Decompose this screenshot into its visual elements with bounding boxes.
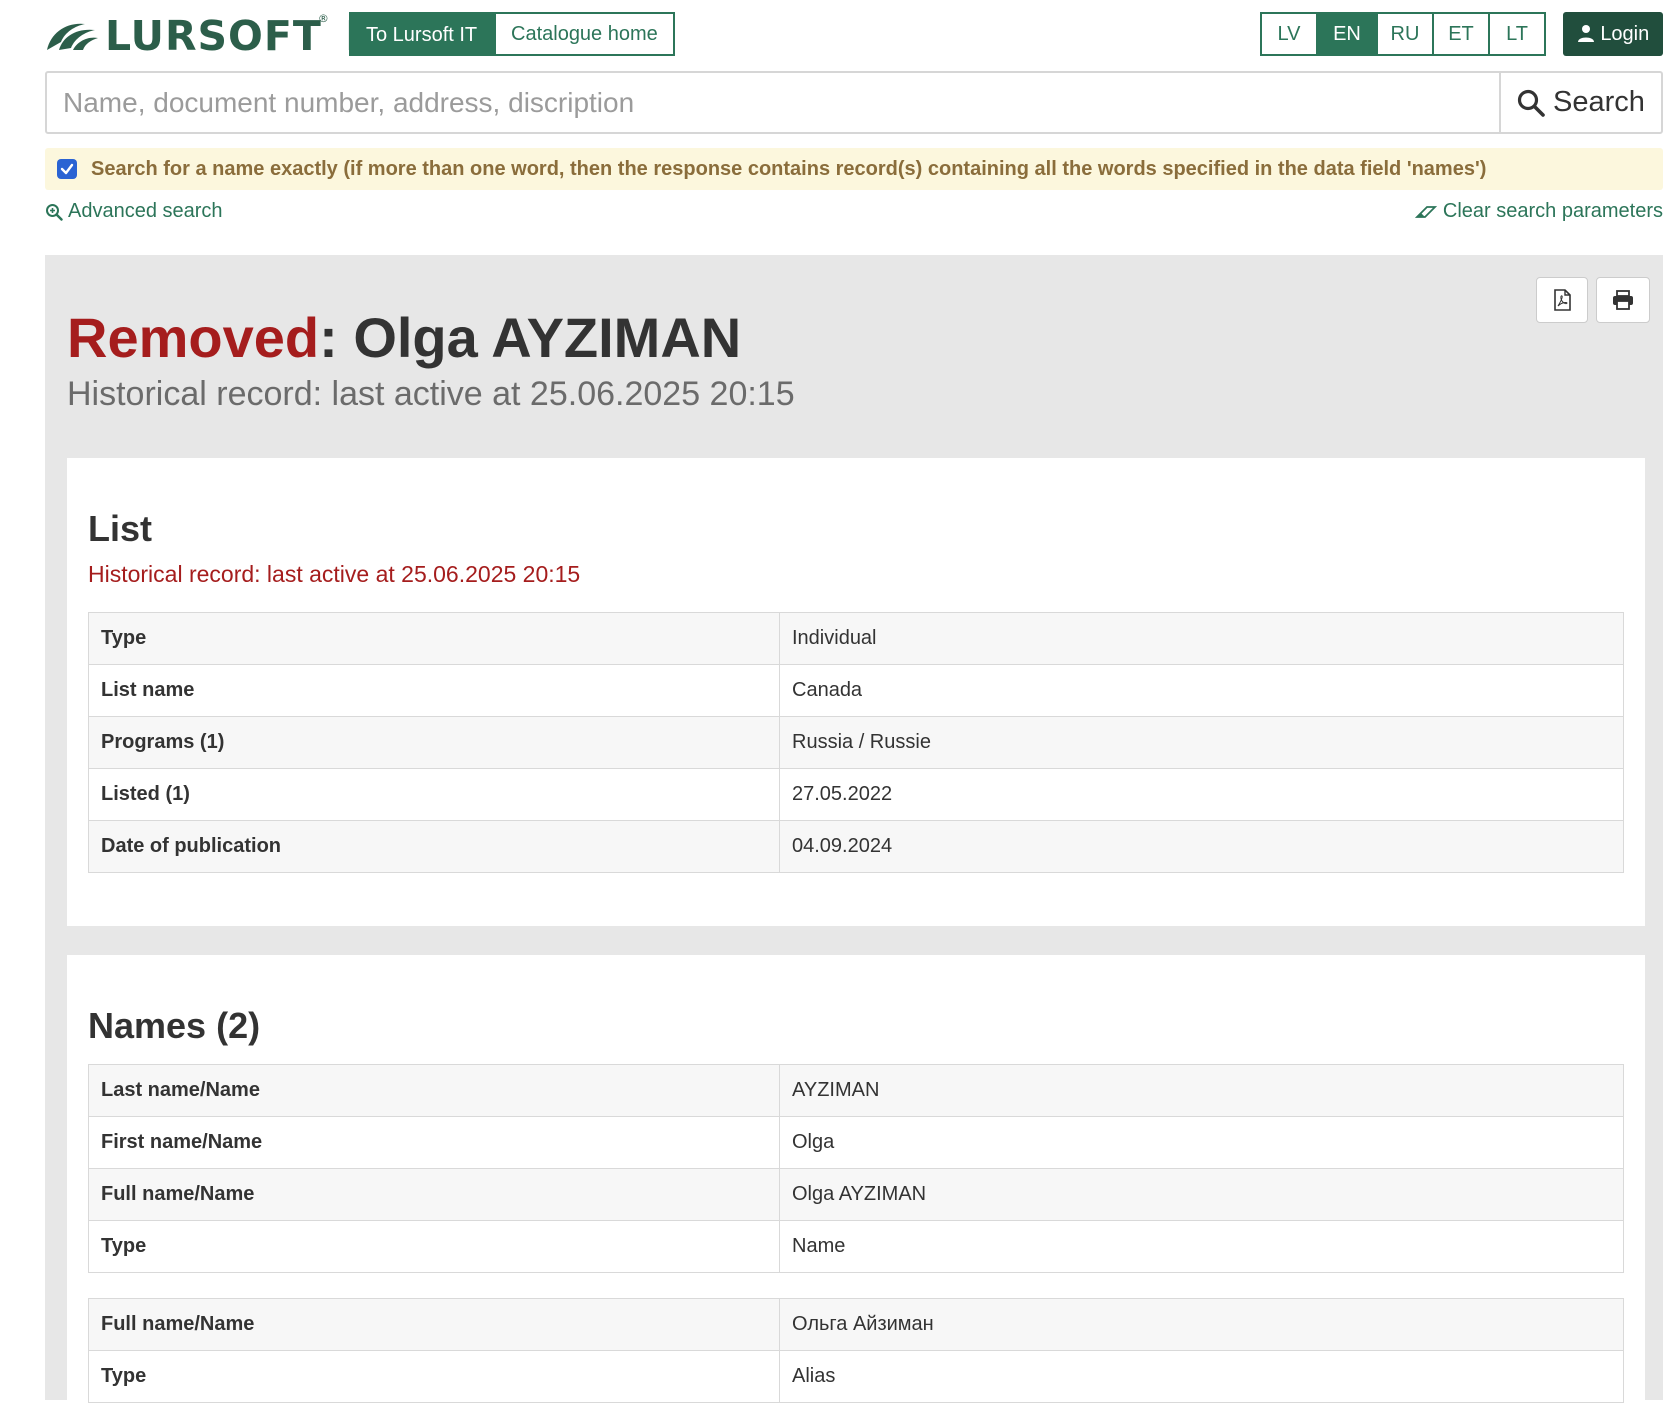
row-value: AYZIMAN <box>779 1064 1624 1117</box>
table-row: Type Name <box>88 1220 1624 1273</box>
table-row: Type Individual <box>88 612 1624 665</box>
lang-et[interactable]: ET <box>1434 14 1490 54</box>
names-title: Names (2) <box>88 1005 261 1046</box>
row-value: 27.05.2022 <box>779 768 1624 821</box>
names-table-1: Last name/Name AYZIMAN First name/Name O… <box>88 1064 1624 1273</box>
record-historical-note: Historical record: last active at 25.06.… <box>67 375 795 413</box>
login-label: Login <box>1600 23 1650 45</box>
catalogue-home-button[interactable]: Catalogue home <box>494 12 675 56</box>
row-key: Full name/Name <box>88 1298 780 1351</box>
user-icon <box>1577 25 1594 42</box>
row-key: First name/Name <box>88 1116 780 1169</box>
lang-lv[interactable]: LV <box>1262 14 1318 54</box>
exact-search-option: Search for a name exactly (if more than … <box>45 148 1663 190</box>
clear-search-label: Clear search parameters <box>1442 200 1663 222</box>
exact-search-label[interactable]: Search for a name exactly (if more than … <box>91 158 1486 181</box>
print-icon <box>1613 290 1633 310</box>
row-value: Olga AYZIMAN <box>779 1168 1624 1221</box>
row-key: Programs (1) <box>88 716 780 769</box>
list-table: Type Individual List name Canada Program… <box>88 612 1624 873</box>
exact-search-checkbox[interactable] <box>57 159 77 179</box>
table-row: Listed (1) 27.05.2022 <box>88 768 1624 821</box>
record-status: Removed <box>67 306 320 369</box>
row-value: Alias <box>779 1350 1624 1403</box>
to-lursoft-button[interactable]: To Lursoft IT <box>349 12 495 56</box>
row-value: Olga <box>779 1116 1624 1169</box>
record-title: Removed: Olga AYZIMAN <box>67 305 741 370</box>
advanced-search-link[interactable]: Advanced search <box>45 200 223 223</box>
print-button[interactable] <box>1596 277 1650 323</box>
names-table-2: Full name/Name Ольга Айзиман Type Alias <box>88 1298 1624 1403</box>
record-separator: : <box>319 306 338 369</box>
row-key: Listed (1) <box>88 768 780 821</box>
lursoft-logo[interactable]: LURSOFT® IT <box>45 12 390 60</box>
advanced-search-label: Advanced search <box>68 200 223 222</box>
row-key: Type <box>88 1220 780 1273</box>
table-row: Full name/Name Ольга Айзиман <box>88 1298 1624 1351</box>
search-input[interactable] <box>47 73 1499 132</box>
checkmark-icon <box>60 163 74 175</box>
lang-en[interactable]: EN <box>1318 14 1378 54</box>
pdf-icon <box>1554 289 1571 311</box>
row-key: List name <box>88 664 780 717</box>
search-icon <box>1517 89 1545 117</box>
list-card: List Historical record: last active at 2… <box>67 458 1645 926</box>
lursoft-logo-icon <box>47 23 98 50</box>
search-button[interactable]: Search <box>1499 73 1661 132</box>
table-row: Date of publication 04.09.2024 <box>88 820 1624 873</box>
language-switcher: LV EN RU ET LT <box>1260 12 1546 56</box>
row-key: Type <box>88 612 780 665</box>
row-value: Individual <box>779 612 1624 665</box>
row-key: Type <box>88 1350 780 1403</box>
row-key: Last name/Name <box>88 1064 780 1117</box>
row-value: Name <box>779 1220 1624 1273</box>
eraser-icon <box>1414 205 1437 218</box>
row-value: 04.09.2024 <box>779 820 1624 873</box>
record-name: Olga AYZIMAN <box>353 306 742 369</box>
table-row: List name Canada <box>88 664 1624 717</box>
zoom-in-icon <box>46 203 63 221</box>
search-button-label: Search <box>1553 86 1645 118</box>
record-panel: Removed: Olga AYZIMAN Historical record:… <box>45 255 1663 1403</box>
lang-lt[interactable]: LT <box>1490 14 1544 54</box>
pdf-button[interactable] <box>1536 277 1588 323</box>
login-button[interactable]: Login <box>1563 12 1663 56</box>
table-row: Full name/Name Olga AYZIMAN <box>88 1168 1624 1221</box>
table-row: Type Alias <box>88 1350 1624 1403</box>
search-bar: Search <box>45 71 1663 134</box>
table-row: Last name/Name AYZIMAN <box>88 1064 1624 1117</box>
row-key: Date of publication <box>88 820 780 873</box>
table-row: Programs (1) Russia / Russie <box>88 716 1624 769</box>
names-card: Names (2) Last name/Name AYZIMAN First n… <box>67 955 1645 1403</box>
search-links: Advanced search Clear search parameters <box>45 200 1663 226</box>
list-historical-note: Historical record: last active at 25.06.… <box>88 561 581 587</box>
list-title: List <box>88 508 153 549</box>
row-value: Russia / Russie <box>779 716 1624 769</box>
row-value: Ольга Айзиман <box>779 1298 1624 1351</box>
table-row: First name/Name Olga <box>88 1116 1624 1169</box>
top-bar: LURSOFT® IT To Lursoft IT Catalogue home… <box>45 0 1663 70</box>
logo-text: LURSOFT® IT <box>105 12 389 60</box>
clear-search-link[interactable]: Clear search parameters <box>1414 200 1663 223</box>
row-value: Canada <box>779 664 1624 717</box>
row-key: Full name/Name <box>88 1168 780 1221</box>
lang-ru[interactable]: RU <box>1378 14 1434 54</box>
